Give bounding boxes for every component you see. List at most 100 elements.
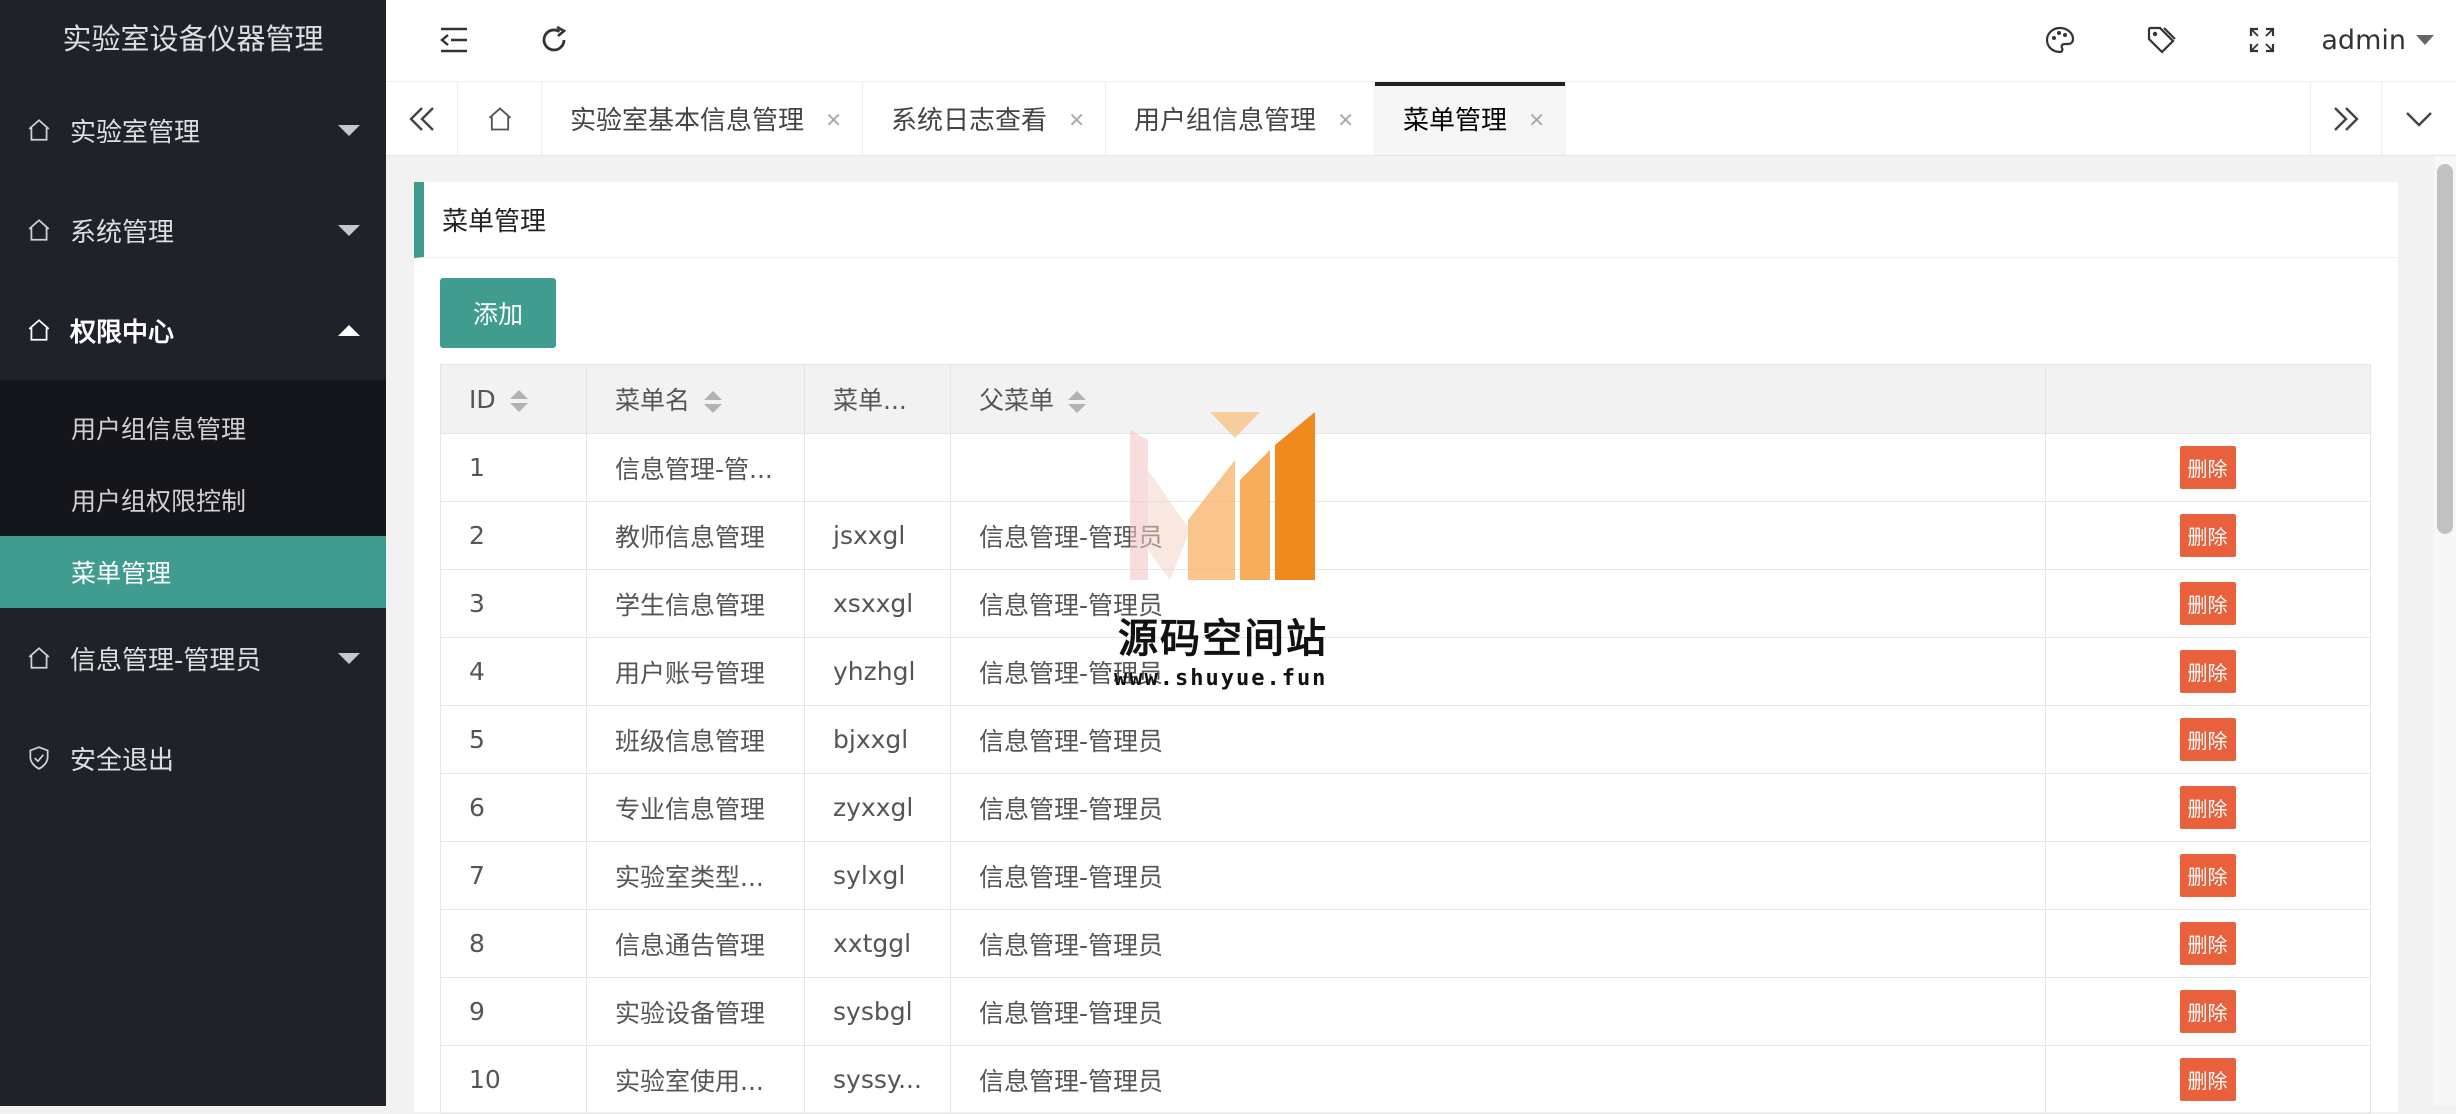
cell-menu-code: yhzhgl [804,637,951,706]
cell-actions: 删除 [2045,773,2371,842]
cell-id: 10 [440,1045,587,1114]
close-icon[interactable]: ✕ [1068,108,1085,132]
chevron-up-icon [338,325,360,336]
delete-button[interactable]: 删除 [2179,990,2236,1033]
column-header-parent[interactable]: 父菜单 [950,364,2046,434]
app-logo-title: 实验室设备仪器管理 [62,22,324,56]
sort-icon[interactable] [704,391,723,413]
delete-button[interactable]: 删除 [2179,922,2236,965]
tabs-scroll-left-icon[interactable] [386,82,458,155]
sidebar-item-lab-management[interactable]: 实验室管理 [0,80,386,180]
cell-parent-menu: 信息管理-管理员 [950,909,2046,978]
fullscreen-icon[interactable] [2242,20,2282,60]
shield-check-icon [29,746,49,770]
cell-menu-code: xsxxgl [804,569,951,638]
table-row[interactable]: 10 实验室使用... syssy... 信息管理-管理员 删除 [440,1045,2371,1114]
cell-parent-menu: 信息管理-管理员 [950,705,2046,774]
sidebar-subitem-user-group-info[interactable]: 用户组信息管理 [0,392,386,464]
cell-actions: 删除 [2045,909,2371,978]
sort-icon[interactable] [509,389,528,412]
column-label: 菜单... [833,386,907,415]
sidebar-subitem-menu-management[interactable]: 菜单管理 [0,536,386,608]
tab-label: 系统日志查看 [891,106,1048,136]
username-label: admin [2321,24,2406,56]
column-label: ID [469,384,496,414]
sort-icon[interactable] [1068,391,1087,413]
cell-actions: 删除 [2045,841,2371,910]
column-header-code[interactable]: 菜单... [804,364,951,434]
table-body: 1 信息管理-管... 删除 2 教师信息管理 jsxxgl 信息管理-管理员 删除 3 学生信息… [440,433,2371,1114]
cell-menu-name: 学生信息管理 [586,569,805,638]
home-icon [28,219,50,241]
sidebar-subitem-user-group-permission[interactable]: 用户组权限控制 [0,464,386,536]
sidebar-item-system-management[interactable]: 系统管理 [0,180,386,280]
table-row[interactable]: 3 学生信息管理 xsxxgl 信息管理-管理员 删除 [440,569,2371,638]
table-row[interactable]: 7 实验室类型... sylxgl 信息管理-管理员 删除 [440,841,2371,910]
delete-button[interactable]: 删除 [2179,446,2236,489]
close-icon[interactable]: ✕ [1528,108,1545,132]
column-header-name[interactable]: 菜单名 [586,364,805,434]
delete-button[interactable]: 删除 [2179,582,2236,625]
cell-menu-name: 信息通告管理 [586,909,805,978]
chevron-down-icon [338,225,360,236]
user-menu[interactable]: admin [2321,20,2434,60]
cell-id: 8 [440,909,587,978]
delete-button[interactable]: 删除 [2179,718,2236,761]
tag-icon[interactable] [2141,20,2181,60]
page-scrollbar-thumb[interactable] [2437,164,2453,534]
cell-menu-code [804,433,951,502]
tab-lab-basic-info[interactable]: 实验室基本信息管理 ✕ [542,82,864,155]
sidebar: 实验室设备仪器管理 实验室管理 系统管理 权限中心 用户组信息管理 用户组权限控… [0,0,386,1106]
table-row[interactable]: 2 教师信息管理 jsxxgl 信息管理-管理员 删除 [440,501,2371,570]
cell-actions: 删除 [2045,705,2371,774]
column-label: 菜单名 [615,386,691,415]
cell-menu-name: 专业信息管理 [586,773,805,842]
table-row[interactable]: 4 用户账号管理 yhzhgl 信息管理-管理员 删除 [440,637,2371,706]
cell-menu-name: 实验室使用... [586,1045,805,1114]
cell-menu-code: sylxgl [804,841,951,910]
cell-parent-menu: 信息管理-管理员 [950,1045,2046,1114]
close-icon[interactable]: ✕ [1337,108,1354,132]
sidebar-item-permission-center[interactable]: 权限中心 [0,280,386,380]
theme-palette-icon[interactable] [2040,20,2080,60]
tab-system-log[interactable]: 系统日志查看 ✕ [863,82,1107,155]
tabs-dropdown-icon[interactable] [2382,82,2456,155]
table-row[interactable]: 5 班级信息管理 bjxxgl 信息管理-管理员 删除 [440,705,2371,774]
cell-parent-menu: 信息管理-管理员 [950,773,2046,842]
tab-user-group-info[interactable]: 用户组信息管理 ✕ [1106,82,1376,155]
tab-list: 实验室基本信息管理 ✕ 系统日志查看 ✕ 用户组信息管理 ✕ 菜单管理 ✕ [542,82,1567,155]
cell-id: 4 [440,637,587,706]
top-header: admin [386,0,2456,82]
cell-actions: 删除 [2045,569,2371,638]
menu-table: ID 菜单名 菜单... 父菜单 1 信息管理-管... 删除 2 教师信息管理 jsxx… [440,364,2371,1114]
sidebar-item-label: 安全退出 [70,745,175,776]
cell-menu-name: 实验室类型... [586,841,805,910]
add-button[interactable]: 添加 [440,278,556,348]
delete-button[interactable]: 删除 [2179,854,2236,897]
cell-parent-menu: 信息管理-管理员 [950,637,2046,706]
table-row[interactable]: 8 信息通告管理 xxtggl 信息管理-管理员 删除 [440,909,2371,978]
cell-id: 7 [440,841,587,910]
column-header-id[interactable]: ID [440,364,587,434]
table-row[interactable]: 9 实验设备管理 sysbgl 信息管理-管理员 删除 [440,977,2371,1046]
refresh-icon[interactable] [534,20,574,60]
delete-button[interactable]: 删除 [2179,786,2236,829]
delete-button[interactable]: 删除 [2179,650,2236,693]
cell-actions: 删除 [2045,977,2371,1046]
tabs-scroll-right-icon[interactable] [2310,82,2382,155]
sidebar-item-logout[interactable]: 安全退出 [0,708,386,808]
table-row[interactable]: 6 专业信息管理 zyxxgl 信息管理-管理员 删除 [440,773,2371,842]
sidebar-item-label: 信息管理-管理员 [70,645,262,676]
collapse-menu-icon[interactable] [434,20,474,60]
close-icon[interactable]: ✕ [825,108,842,132]
cell-menu-code: bjxxgl [804,705,951,774]
panel-title: 菜单管理 [414,182,2398,258]
table-row[interactable]: 1 信息管理-管... 删除 [440,433,2371,502]
tab-label: 用户组信息管理 [1134,106,1317,136]
delete-button[interactable]: 删除 [2179,1058,2236,1101]
tab-menu-management[interactable]: 菜单管理 ✕ [1375,82,1567,155]
sidebar-item-info-management-admin[interactable]: 信息管理-管理员 [0,608,386,708]
cell-menu-name: 实验设备管理 [586,977,805,1046]
delete-button[interactable]: 删除 [2179,514,2236,557]
home-tab-icon[interactable] [458,82,542,155]
